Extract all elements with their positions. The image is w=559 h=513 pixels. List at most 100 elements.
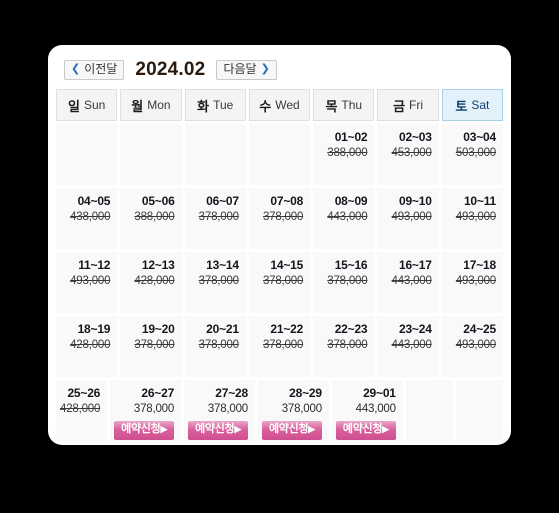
calendar-week-row: 18~19 428,000 19~20 378,000 20~21 378,000 21~2… — [56, 316, 503, 377]
prev-month-label: 이전달 — [84, 61, 118, 76]
day-price-soldout: 438,000 — [70, 211, 111, 224]
calendar-day-cell: 07~08 378,000 — [248, 188, 311, 249]
weekday-label-en: Sat — [471, 98, 490, 112]
day-price-soldout: 388,000 — [134, 211, 175, 224]
day-range-label: 19~20 — [141, 322, 175, 336]
reserve-button[interactable]: 예약신청▶ — [188, 421, 248, 441]
day-price-soldout: 493,000 — [455, 339, 496, 352]
day-range-label: 10~11 — [463, 194, 496, 208]
chevron-right-icon: ❯ — [260, 63, 270, 75]
day-range-label: 18~19 — [77, 322, 111, 336]
reserve-button[interactable]: 예약신청▶ — [335, 421, 396, 441]
calendar-day-cell: 06~07 378,000 — [184, 188, 246, 249]
day-range-label: 27~28 — [215, 386, 248, 400]
day-price-soldout: 453,000 — [391, 147, 432, 160]
month-title: 2024.02 — [135, 59, 206, 80]
calendar-day-cell-empty — [184, 124, 246, 185]
day-range-label: 07~08 — [270, 194, 304, 208]
caret-right-icon: ▶ — [160, 424, 168, 435]
day-price-soldout: 428,000 — [70, 339, 111, 352]
calendar-week-row: 25~26 428,000 26~27 378,000 예약신청▶ 27~28 378,00… — [56, 380, 503, 441]
calendar-day-cell: 24~25 493,000 — [441, 316, 503, 377]
day-range-label: 04~05 — [77, 194, 111, 208]
weekday-label-ko: 일 — [67, 98, 80, 114]
calendar-day-cell: 25~26 428,000 — [56, 380, 108, 441]
calendar-day-cell: 11~12 493,000 — [56, 252, 118, 313]
day-price-soldout: 378,000 — [134, 339, 175, 352]
calendar-day-cell-empty — [455, 380, 503, 441]
day-price-soldout: 443,000 — [327, 211, 368, 224]
day-price-soldout: 378,000 — [327, 275, 368, 288]
calendar-day-cell: 21~22 378,000 — [248, 316, 311, 377]
weekday-header-fri: 금 Fri — [377, 89, 439, 121]
weekday-label-ko: 화 — [197, 98, 210, 114]
day-range-label: 15~16 — [334, 258, 368, 272]
weekday-label-en: Fri — [409, 98, 424, 112]
day-range-label: 12~13 — [141, 258, 175, 272]
calendar-day-cell: 02~03 453,000 — [377, 124, 439, 185]
day-range-label: 21~22 — [270, 322, 304, 336]
calendar-day-cell: 10~11 493,000 — [441, 188, 503, 249]
weekday-label-en: Wed — [275, 98, 300, 112]
chevron-left-icon: ❮ — [71, 63, 81, 75]
calendar-day-cell[interactable]: 27~28 378,000 예약신청▶ — [184, 380, 255, 441]
reserve-button[interactable]: 예약신청▶ — [261, 421, 322, 441]
calendar-day-cell: 15~16 378,000 — [313, 252, 375, 313]
day-range-label: 25~26 — [67, 386, 101, 400]
reserve-button[interactable]: 예약신청▶ — [114, 421, 175, 441]
day-price-soldout: 493,000 — [391, 211, 432, 224]
day-price-soldout: 493,000 — [455, 275, 496, 288]
day-range-label: 01~02 — [334, 130, 368, 144]
day-price-soldout: 503,000 — [455, 147, 496, 160]
caret-right-icon: ▶ — [308, 424, 315, 435]
day-range-label: 03~04 — [463, 130, 496, 144]
day-price-soldout: 428,000 — [134, 275, 175, 288]
calendar-day-cell: 19~20 378,000 — [120, 316, 182, 377]
weekday-label-en: Thu — [341, 98, 363, 112]
calendar-day-cell: 20~21 378,000 — [184, 316, 246, 377]
weekday-header-row: 일 Sun 월 Mon 화 Tue 수 Wed 목 Thu 금 Fri 토 Sat — [48, 89, 511, 121]
day-range-label: 17~18 — [463, 258, 496, 272]
day-range-label: 08~09 — [334, 194, 368, 208]
day-range-label: 23~24 — [398, 322, 432, 336]
calendar-day-cell: 18~19 428,000 — [56, 316, 118, 377]
day-range-label: 24~25 — [463, 322, 496, 336]
reserve-button-label: 예약신청 — [195, 423, 235, 436]
day-price-soldout: 443,000 — [391, 339, 432, 352]
day-price-soldout: 378,000 — [262, 275, 304, 288]
day-range-label: 28~29 — [289, 386, 322, 400]
calendar-day-cell: 01~02 388,000 — [313, 124, 375, 185]
reserve-button-label: 예약신청 — [121, 423, 161, 436]
calendar-day-cell: 22~23 378,000 — [313, 316, 375, 377]
day-range-label: 29~01 — [363, 386, 396, 400]
weekday-label-en: Mon — [147, 98, 171, 112]
calendar-day-cell[interactable]: 29~01 443,000 예약신청▶ — [331, 380, 403, 441]
calendar-day-cell-empty — [405, 380, 453, 441]
day-price-soldout: 378,000 — [262, 211, 304, 224]
calendar-day-cell[interactable]: 26~27 378,000 예약신청▶ — [110, 380, 182, 441]
calendar-day-cell: 23~24 443,000 — [377, 316, 439, 377]
weekday-label-en: Sun — [83, 98, 106, 112]
calendar-day-cell-empty — [120, 124, 182, 185]
weekday-header-wed: 수 Wed — [248, 89, 311, 121]
day-range-label: 02~03 — [398, 130, 432, 144]
next-month-button[interactable]: 다음달 ❯ — [216, 59, 277, 81]
day-range-label: 14~15 — [270, 258, 304, 272]
reservation-calendar-panel: ❮ 이전달 2024.02 다음달 ❯ 일 Sun 월 Mon 화 Tue 수 Wed 목 Thu… — [48, 45, 511, 445]
calendar-day-cell[interactable]: 28~29 378,000 예약신청▶ — [257, 380, 329, 441]
weekday-label-en: Tue — [213, 98, 234, 112]
calendar-day-cell-empty — [248, 124, 311, 185]
day-price-soldout: 378,000 — [198, 211, 239, 224]
reserve-button-label: 예약신청 — [342, 423, 383, 436]
day-price-soldout: 378,000 — [198, 275, 239, 288]
next-month-label: 다음달 — [223, 61, 257, 76]
weekday-label-ko: 토 — [455, 98, 468, 114]
calendar-day-cell: 05~06 388,000 — [120, 188, 182, 249]
caret-right-icon: ▶ — [234, 424, 241, 435]
calendar-day-cell: 08~09 443,000 — [313, 188, 375, 249]
calendar-day-cell: 04~05 438,000 — [56, 188, 118, 249]
prev-month-button[interactable]: ❮ 이전달 — [64, 59, 125, 81]
weekday-header-thu: 목 Thu — [313, 89, 375, 121]
reserve-button-label: 예약신청 — [268, 423, 309, 436]
day-price-soldout: 378,000 — [327, 339, 368, 352]
